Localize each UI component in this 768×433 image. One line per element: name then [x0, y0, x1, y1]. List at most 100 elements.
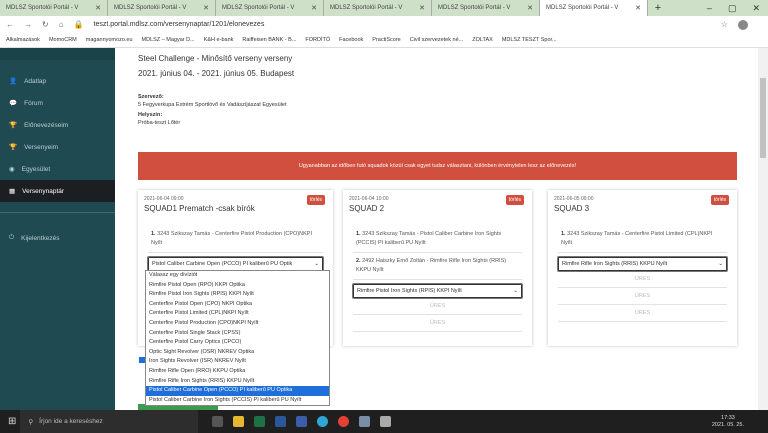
squad-date: 2021-06-04 09:00 [144, 196, 184, 202]
bookmark-item[interactable]: K&H e-bank [204, 37, 234, 43]
clock[interactable]: 17:33 2021. 05. 25. [712, 415, 768, 429]
calculator-icon[interactable] [359, 416, 371, 427]
bookmark-item[interactable]: MDLSZ – Magyar D... [142, 37, 195, 43]
dropdown-option[interactable]: Centerfire Pistol Single Stack (CPSS) [146, 329, 329, 339]
empty-slot: ÜRES [558, 288, 727, 305]
sidebar-item-1[interactable]: 💬 Fórum [0, 92, 115, 114]
dropdown-option[interactable]: Centerfire Pistol Production (CPO)NKPI N… [146, 319, 329, 329]
chevron-down-icon: ⌄ [718, 261, 723, 267]
forward-icon[interactable]: → [24, 20, 32, 29]
organizer-label: Szervező: [138, 94, 164, 100]
sidebar-item-4[interactable]: ◉ Egyesület [0, 158, 115, 180]
entry-row: 1. 3243 Szikszay Tamás - Pistol Caliber … [353, 230, 522, 253]
bookmark-item[interactable]: Civil szervezetek né... [410, 37, 464, 43]
select-value: Rimfire Pistol Iron Sights (RPIS) KKPI N… [357, 288, 462, 294]
file-explorer-icon[interactable] [233, 416, 245, 427]
browser-tab[interactable]: MDLSZ Sportolói Portál - V ✕ [108, 0, 216, 16]
close-tab-icon[interactable]: ✕ [311, 4, 317, 12]
close-tab-icon[interactable]: ✕ [203, 4, 209, 12]
division-select[interactable]: Pistol Caliber Carbine Open (PCCO) PI ka… [148, 257, 323, 271]
edge-icon[interactable] [317, 416, 329, 427]
dropdown-option[interactable]: Pistol Caliber Carbine Iron Sights (PCCI… [146, 396, 329, 406]
squad-entries: 1. 3243 Szikszay Tamás - Pistol Caliber … [353, 230, 522, 332]
bookmark-item[interactable]: MDLSZ TESZT Spor... [502, 37, 557, 43]
division-select[interactable]: Rimfire Rifle Iron Sights (RRIS) KKPU Ny… [558, 257, 727, 271]
squad-card: 2021-06-04 10:00 SQUAD 2 törlés 1. 3243 Szi… [343, 190, 532, 346]
url-input[interactable]: teszt.portal.mdlsz.com/versenynaptar/120… [94, 21, 265, 28]
dropdown-option[interactable]: Iron Sights Revolver (ISR) NKREV Nyílt [146, 357, 329, 367]
bookmark-item[interactable]: FORDÍTÓ [305, 37, 330, 43]
dropdown-option[interactable]: Pistol Caliber Carbine Open (PCCO) PI ka… [146, 386, 329, 396]
save-app-icon[interactable] [296, 416, 308, 427]
entry-number: 2. [356, 258, 361, 264]
profile-avatar[interactable] [738, 19, 748, 30]
browser-tab[interactable]: MDLSZ Sportolói Portál - V ✕ [432, 0, 540, 16]
entry-row: 1. 3243 Szikszay Tamás - Centerfire Pist… [558, 230, 727, 253]
bookmark-item[interactable]: MomoCRM [49, 37, 77, 43]
select-value: Rimfire Rifle Iron Sights (RRIS) KKPU Ny… [562, 261, 668, 267]
chevron-down-icon: ⌄ [314, 261, 319, 267]
windows-start-icon[interactable]: ⊞ [8, 416, 16, 427]
star-icon[interactable]: ☆ [721, 20, 728, 29]
scrollbar[interactable] [758, 48, 768, 410]
bookmark-item[interactable]: PractiScore [372, 37, 400, 43]
bookmark-item[interactable]: Alkalmazások [6, 37, 40, 43]
tab-title: MDLSZ Sportolói Portál - V [6, 5, 79, 11]
tab-title: MDLSZ Sportolói Portál - V [438, 5, 511, 11]
reload-icon[interactable]: ↻ [42, 20, 49, 29]
chrome-icon[interactable] [338, 416, 350, 427]
browser-tab[interactable]: MDLSZ Sportolói Portál - V ✕ [540, 0, 648, 16]
entry-text: 3243 Szikszay Tamás - Centerfire Pistol … [151, 231, 312, 246]
dropdown-option[interactable]: Centerfire Pistol Carry Optics (CPCO) [146, 338, 329, 348]
squad-entries: 1. 3243 Szikszay Tamás - Centerfire Pist… [148, 230, 323, 271]
delete-button[interactable]: törlés [710, 195, 729, 205]
minimize-button[interactable]: – [707, 0, 712, 16]
dropdown-option[interactable]: Rimfire Rifle Iron Sights (RRIS) KKPU Ny… [146, 377, 329, 387]
delete-button[interactable]: törlés [505, 195, 524, 205]
back-icon[interactable]: ← [6, 20, 14, 29]
notepad-icon[interactable] [380, 416, 392, 427]
sidebar-item-5[interactable]: ▦ Versenynaptár [0, 180, 115, 202]
home-icon[interactable]: ⌂ [59, 20, 64, 29]
close-tab-icon[interactable]: ✕ [635, 4, 641, 12]
taskbar-search[interactable]: ⚲ Írjon ide a kereséshez [20, 410, 199, 433]
task-view-icon[interactable] [212, 416, 224, 427]
bookmark-item[interactable]: magannyomozo.eu [86, 37, 133, 43]
warning-alert: Ugyanabban az időben futó squadok közül … [138, 152, 737, 180]
dropdown-option[interactable]: Rimfire Pistol Iron Sights (RPIS) KKPI N… [146, 290, 329, 300]
close-tab-icon[interactable]: ✕ [95, 4, 101, 12]
empty-slot: ÜRES [558, 305, 727, 322]
dropdown-option[interactable]: Válassz egy divíziót [146, 271, 329, 281]
bookmark-item[interactable]: Facebook [339, 37, 363, 43]
dropdown-option[interactable]: Centerfire Pistol Open (CPO) NKPI Optika [146, 300, 329, 310]
close-tab-icon[interactable]: ✕ [527, 4, 533, 12]
close-tab-icon[interactable]: ✕ [419, 4, 425, 12]
sidebar-item-2[interactable]: 🏆 Előnevezéseim [0, 114, 115, 136]
dropdown-option[interactable]: Rimfire Rifle Open (RRO) KKPU Optika [146, 367, 329, 377]
browser-tab[interactable]: MDLSZ Sportolói Portál - V ✕ [0, 0, 108, 16]
sidebar-item-logout[interactable]: ⏻ Kijelentkezés [0, 227, 115, 249]
word-icon[interactable] [275, 416, 287, 427]
maximize-button[interactable]: ▢ [728, 0, 737, 16]
dropdown-option[interactable]: Optic Sight Revolver (OSR) NKREV Optika [146, 348, 329, 358]
event-title: Steel Challenge - Minősítő verseny verse… [138, 54, 293, 63]
sidebar-item-0[interactable]: 👤 Adatlap [0, 70, 115, 92]
squad-name: SQUAD 3 [554, 204, 590, 213]
division-dropdown-list[interactable]: Válassz egy divíziót Rimfire Pistol Open … [145, 270, 330, 407]
power-icon: ⏻ [9, 234, 15, 241]
dropdown-option[interactable]: Centerfire Pistol Limited (CPL)NKPI Nyíl… [146, 309, 329, 319]
sidebar-item-label: Adatlap [24, 77, 47, 85]
division-select[interactable]: Rimfire Pistol Iron Sights (RPIS) KKPI N… [353, 284, 522, 298]
browser-tab[interactable]: MDLSZ Sportolói Portál - V ✕ [216, 0, 324, 16]
sidebar-item-3[interactable]: 🏆 Versenyeim [0, 136, 115, 158]
delete-button[interactable]: törlés [306, 195, 325, 205]
dropdown-option[interactable]: Rimfire Pistol Open (RPO) KKPI Optika [146, 281, 329, 291]
close-window-button[interactable]: ✕ [752, 0, 760, 16]
address-bar: ← → ↻ ⌂ 🔒 teszt.portal.mdlsz.com/versenynap… [0, 16, 768, 33]
tab-title: MDLSZ Sportolói Portál - V [114, 5, 187, 11]
bookmark-item[interactable]: Raiffeisen BANK - B... [242, 37, 296, 43]
excel-icon[interactable] [254, 416, 266, 427]
new-tab-button[interactable]: + [648, 0, 668, 16]
browser-tab[interactable]: MDLSZ Sportolói Portál - V ✕ [324, 0, 432, 16]
bookmark-item[interactable]: ZOLTAX [472, 37, 493, 43]
